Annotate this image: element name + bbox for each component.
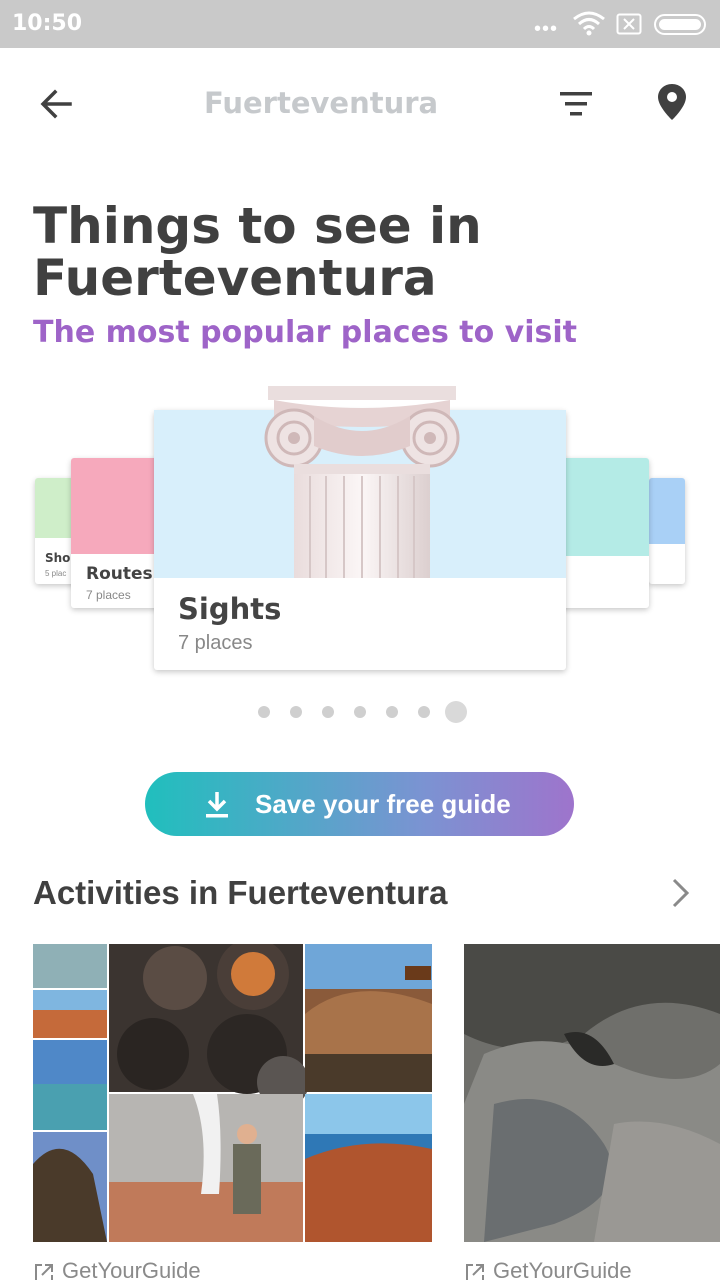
status-time: 10:50 [12,11,83,36]
page-title: Things to see in Fuerteventura [33,197,482,307]
save-guide-button[interactable]: Save your free guide [145,772,574,836]
pager-dot[interactable] [290,706,302,718]
cave-photo [464,944,720,1242]
save-guide-label: Save your free guide [255,789,511,819]
activity-collage [33,944,432,1242]
app-bar: Fuerteventura [0,48,720,160]
sim-error-icon [616,13,642,35]
card-title: Sho [45,551,71,565]
card-count: 7 places [178,632,253,654]
pager-dot[interactable] [322,706,334,718]
card-title: Routes [86,564,153,584]
status-bar: 10:50 ••• [0,0,720,48]
activity-card-image[interactable] [33,944,432,1242]
activity-card-image-cave[interactable] [464,944,720,1242]
back-arrow-icon[interactable] [36,84,76,124]
pager-dot-active[interactable] [445,701,467,723]
carousel-card-next-far[interactable] [649,478,685,584]
page-subtitle: The most popular places to visit [33,315,577,350]
provider-name: GetYourGuide [62,1258,201,1280]
pager-dot[interactable] [386,706,398,718]
app-bar-title: Fuerteventura [204,86,439,120]
activities-title: Activities in Fuerteventura [33,874,448,911]
card-image [649,478,685,544]
pager-dot[interactable] [354,706,366,718]
card-count: 5 plac [45,569,67,578]
external-link-icon [35,1264,53,1280]
chevron-right-icon[interactable] [668,876,694,910]
pager-dot[interactable] [258,706,270,718]
filter-icon[interactable] [556,86,596,122]
notification-dots: ••• [534,18,559,40]
pager-dot[interactable] [418,706,430,718]
carousel-pager[interactable] [256,700,476,724]
card-image [560,458,649,556]
provider-name: GetYourGuide [493,1258,632,1280]
card-count: 7 places [86,588,131,602]
wifi-icon [573,11,605,36]
external-link-icon [466,1264,484,1280]
map-pin-icon[interactable] [654,82,690,122]
card-title: Sights [178,592,282,626]
carousel-card-next[interactable] [560,458,649,608]
battery-icon [654,14,706,35]
column-illustration [264,386,460,578]
download-icon [206,792,228,818]
